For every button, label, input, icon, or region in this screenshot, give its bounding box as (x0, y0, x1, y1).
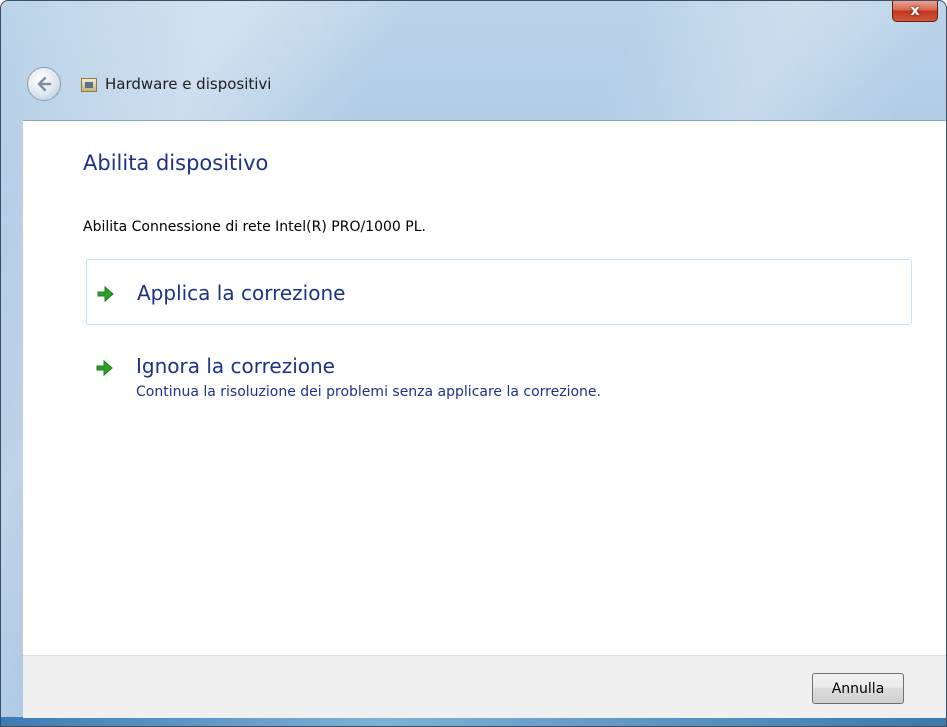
page-description: Abilita Connessione di rete Intel(R) PRO… (83, 219, 426, 235)
back-button[interactable] (27, 67, 61, 101)
content-panel: Abilita dispositivo Abilita Connessione … (23, 120, 946, 656)
breadcrumb: Hardware e dispositivi (105, 75, 272, 93)
dialog-footer: Annulla (23, 655, 946, 718)
green-arrow-icon (97, 285, 114, 303)
close-button[interactable]: x (892, 1, 938, 22)
green-arrow-icon (96, 359, 113, 377)
back-arrow-icon (37, 76, 52, 92)
page-title: Abilita dispositivo (83, 151, 269, 175)
skip-fix-description: Continua la risoluzione dei problemi sen… (136, 384, 601, 400)
apply-fix-option[interactable]: Applica la correzione (86, 259, 912, 325)
close-icon: x (910, 3, 920, 19)
skip-fix-label: Ignora la correzione (136, 354, 335, 378)
window-bottom-frame (1, 717, 946, 726)
apply-fix-label: Applica la correzione (137, 281, 346, 305)
cancel-button[interactable]: Annulla (812, 673, 904, 704)
skip-fix-option[interactable]: Ignora la correzione Continua la risoluz… (86, 350, 912, 410)
control-panel-icon (81, 78, 97, 92)
dialog-window: x Hardware e dispositivi Abilita disposi… (0, 0, 947, 727)
